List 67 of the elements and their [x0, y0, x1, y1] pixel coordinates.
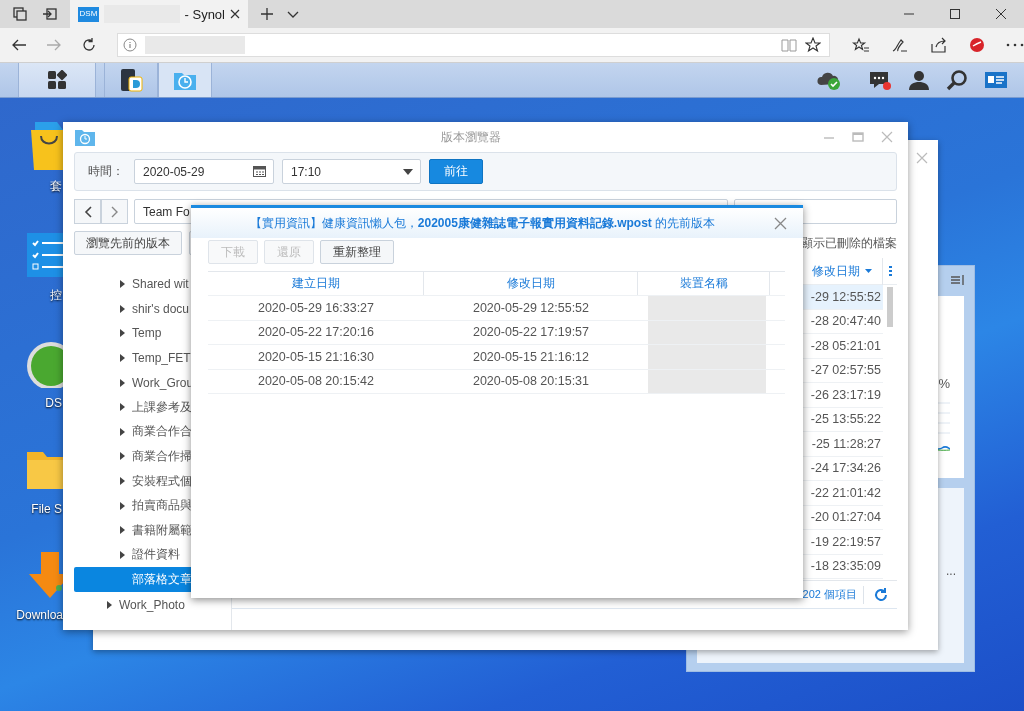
time-dropdown[interactable]: 17:10 — [282, 159, 421, 184]
main-menu-button[interactable] — [18, 63, 96, 97]
scrollbar-thumb[interactable] — [887, 287, 893, 327]
share-icon[interactable] — [930, 37, 948, 53]
table-cell-text: 2020-05-15 21:16:30 — [256, 348, 376, 366]
close-icon[interactable] — [230, 9, 240, 19]
column-header[interactable]: 建立日期 — [208, 272, 424, 295]
checklist-icon[interactable] — [25, 231, 63, 279]
table-cell-text: 2020-05-29 16:33:27 — [256, 299, 376, 317]
table-cell-text: 2020-05-08 20:15:31 — [471, 373, 591, 391]
address-field[interactable] — [117, 33, 830, 57]
table-cell-text: 2020-05-29 12:55:52 — [471, 299, 591, 317]
tabs-icon[interactable] — [12, 6, 28, 22]
info-icon[interactable] — [123, 38, 137, 52]
calendar-icon[interactable] — [253, 166, 266, 177]
close-icon[interactable] — [995, 8, 1007, 20]
column-header[interactable]: 修改日期 — [812, 257, 883, 285]
star-icon[interactable] — [805, 37, 821, 53]
tree-item[interactable]: Work_Photo — [74, 592, 220, 618]
forward-icon — [46, 37, 62, 53]
browse-versions-button[interactable]: 瀏覽先前的版本 — [74, 231, 182, 255]
go-button[interactable]: 前往 — [429, 159, 483, 184]
tab-title: - Synol — [184, 6, 225, 22]
desktop-icon-label[interactable]: Downloa — [16, 608, 63, 622]
date-field[interactable]: 2020-05-29 — [134, 159, 274, 184]
dialog-title: 【實用資訊】健康資訊懶人包，202005康健雜誌電子報實用資料記錄.wpost 的先前版本 — [248, 214, 717, 232]
sort-down-icon — [865, 269, 872, 273]
percent-text: % — [938, 376, 950, 391]
user-icon[interactable] — [908, 69, 930, 91]
back-icon[interactable] — [11, 37, 27, 53]
chevron-left-icon — [83, 205, 92, 218]
refresh-icon[interactable] — [81, 37, 97, 53]
caret-icon — [403, 168, 413, 175]
more-icon[interactable] — [1006, 43, 1024, 47]
id-card-icon[interactable] — [984, 70, 1008, 90]
table-cell-text: 2020-05-22 17:20:16 — [256, 324, 376, 342]
logo-icon[interactable] — [969, 37, 985, 53]
column-header[interactable]: 裝置名稱 — [638, 272, 770, 295]
chat-icon[interactable] — [868, 69, 892, 91]
set-aside-tabs-icon[interactable] — [42, 6, 58, 22]
clock-folder-icon — [74, 127, 96, 147]
desktop-icon-label[interactable]: File S — [31, 502, 62, 516]
app-document-icon — [119, 68, 143, 92]
taskbar-app[interactable] — [104, 63, 158, 97]
chevron-right-icon — [110, 205, 119, 218]
time-label: 時間： — [88, 163, 124, 180]
new-tab-icon[interactable] — [260, 7, 274, 21]
window-title: 版本瀏覽器 — [440, 128, 502, 146]
maximize-icon[interactable] — [949, 8, 961, 20]
grid-icon — [47, 70, 67, 90]
search-icon[interactable] — [946, 69, 968, 91]
table-cell-text: 2020-05-22 17:19:57 — [471, 324, 591, 342]
dialog-button[interactable]: 重新整理 — [320, 240, 394, 264]
more-text: ... — [946, 564, 956, 578]
favorites-icon[interactable] — [852, 37, 870, 53]
desktop-icon-label[interactable]: 套 — [50, 178, 62, 195]
collapse-icon[interactable] — [950, 274, 964, 286]
back-button[interactable] — [74, 199, 101, 224]
column-menu-icon[interactable] — [889, 266, 892, 276]
desktop-icon-label[interactable]: 控 — [50, 287, 62, 304]
table-cell-text: 2020-05-15 21:16:12 — [471, 348, 591, 366]
favicon-icon: DSM — [78, 6, 99, 22]
desktop-icon-label[interactable]: DS — [45, 396, 62, 410]
browser-tab[interactable]: DSM - Synol — [70, 0, 248, 28]
table-cell-text: 2020-05-08 20:15:42 — [256, 373, 376, 391]
pen-icon[interactable] — [891, 37, 909, 53]
column-header[interactable]: 修改日期 — [424, 272, 638, 295]
